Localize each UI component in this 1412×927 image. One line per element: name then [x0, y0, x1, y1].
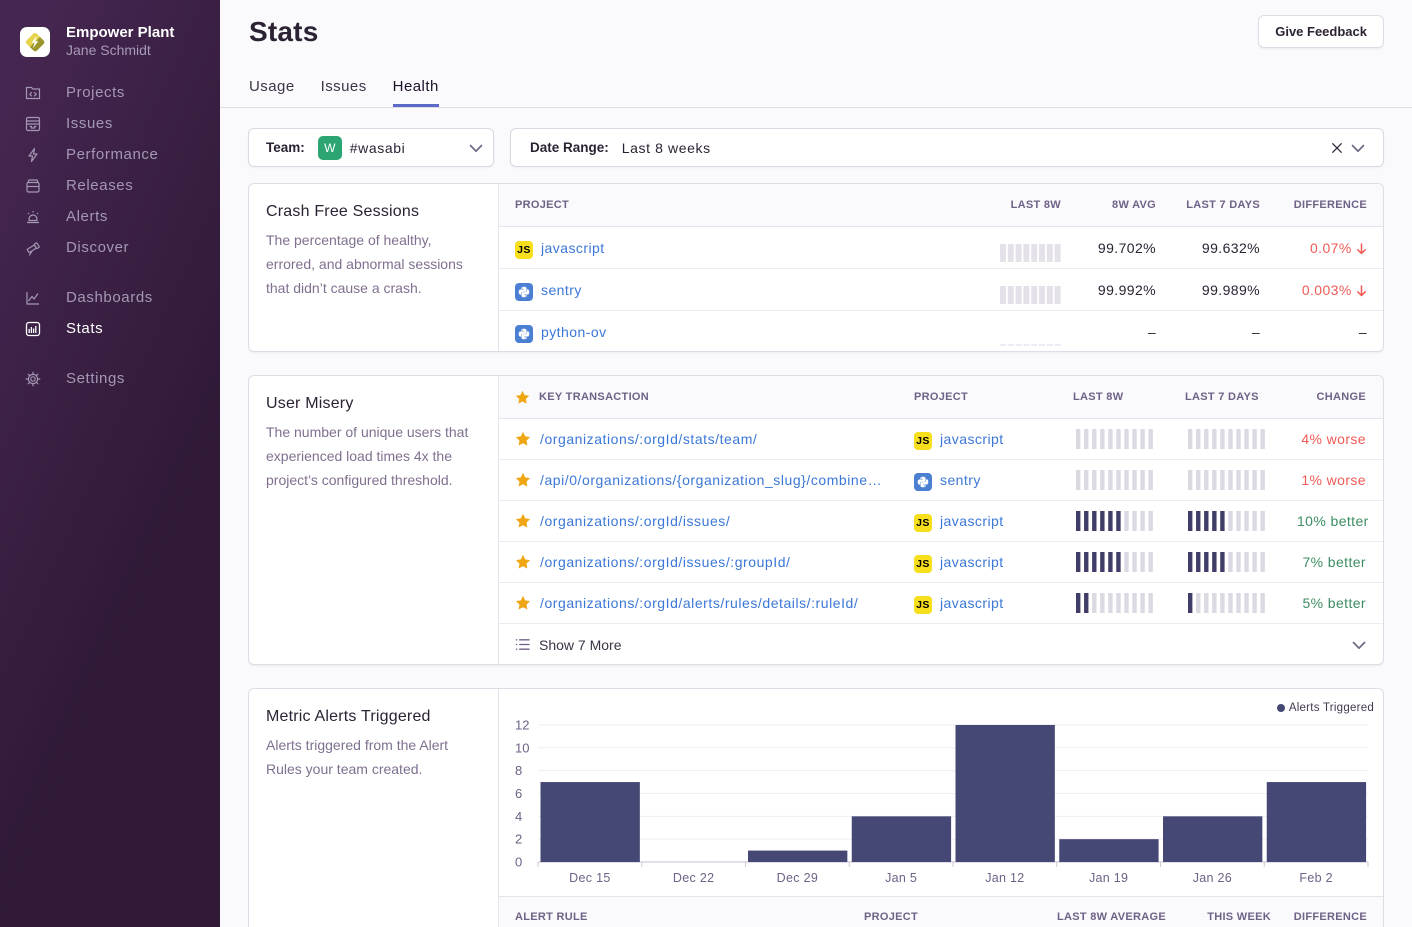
svg-text:Jan 19: Jan 19: [1089, 871, 1128, 885]
svg-text:6: 6: [515, 786, 522, 801]
svg-text:2: 2: [515, 832, 522, 847]
svg-text:Feb 2: Feb 2: [1299, 871, 1332, 885]
svg-text:Dec 15: Dec 15: [569, 871, 610, 885]
svg-text:10: 10: [515, 740, 529, 755]
svg-text:Dec 29: Dec 29: [777, 871, 818, 885]
svg-text:Jan 26: Jan 26: [1193, 871, 1232, 885]
svg-text:0: 0: [515, 855, 522, 870]
svg-text:Jan 12: Jan 12: [985, 871, 1024, 885]
svg-text:8: 8: [515, 763, 522, 778]
svg-text:Dec 22: Dec 22: [673, 871, 714, 885]
svg-text:4: 4: [515, 809, 522, 824]
svg-text:Jan 5: Jan 5: [885, 871, 917, 885]
svg-text:12: 12: [515, 717, 529, 732]
